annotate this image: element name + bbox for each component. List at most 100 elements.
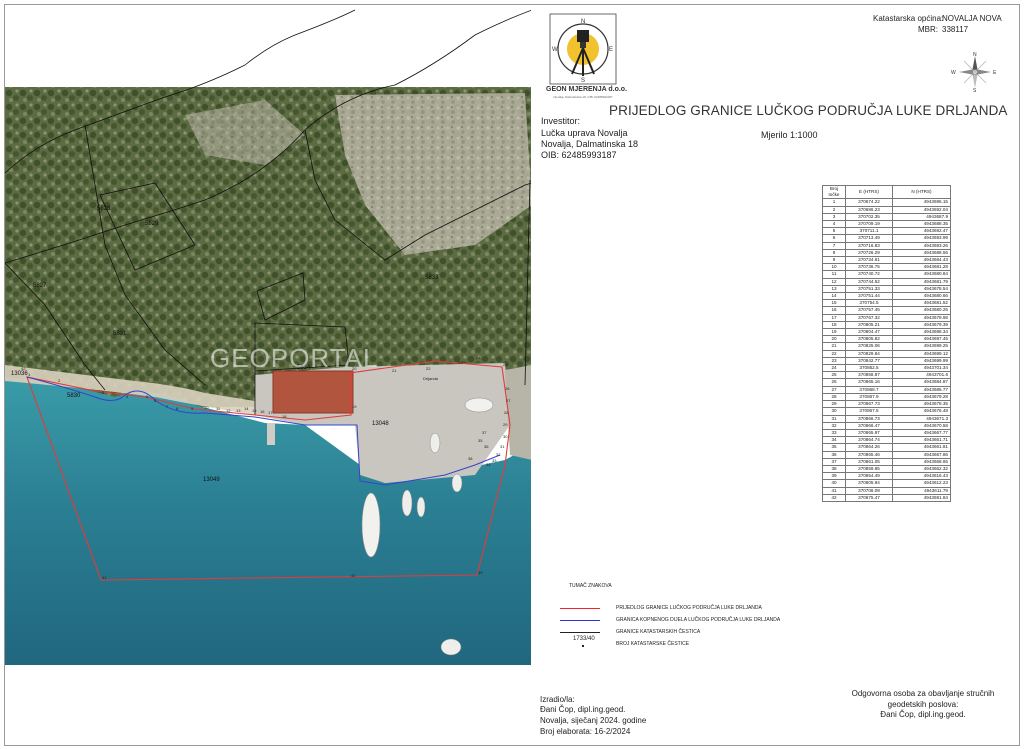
table-cell: 4943667.86 bbox=[892, 450, 951, 459]
boundary-point-label: 37 bbox=[482, 430, 487, 435]
table-cell: 370858.87 bbox=[845, 371, 893, 380]
legend-label: PRIJEDLOG GRANICE LUČKOG PODRUČJA LUKE D… bbox=[616, 605, 762, 611]
investor-address: Novalja, Dalmatinska 18 bbox=[541, 139, 639, 149]
table-cell: 370751.33 bbox=[845, 284, 893, 294]
table-cell: 370866.73 bbox=[845, 414, 893, 423]
boundary-point-label: 41 bbox=[102, 575, 107, 580]
parcel-label: 13048 bbox=[372, 421, 389, 427]
boundary-point-label: 13 bbox=[236, 408, 241, 413]
table-cell: 370686.23 bbox=[845, 205, 893, 214]
table-cell: 4943698.34 bbox=[892, 328, 951, 337]
table-cell: 370736.75 bbox=[845, 263, 893, 272]
table-cell: 4943699.12 bbox=[892, 349, 951, 358]
prepared-by-label: Izradio/la: bbox=[540, 695, 575, 704]
table-cell: 4943678.54 bbox=[892, 284, 951, 294]
table-cell: 13 bbox=[822, 284, 846, 294]
table-row: 27 370868.7 4943685.77 bbox=[822, 385, 951, 394]
table-cell: 4943616.43 bbox=[892, 472, 951, 481]
table-cell: 370864.26 bbox=[845, 443, 893, 452]
table-cell: 9 bbox=[822, 256, 846, 265]
table-cell: 29 bbox=[822, 400, 846, 409]
table-header-row: Broj točke E (HTRS) N (HTRS) bbox=[822, 184, 951, 200]
table-row: 23 370842.77 4943699.99 bbox=[822, 356, 951, 366]
boundary-point-label: 19 bbox=[352, 404, 357, 409]
table-cell: 15 bbox=[822, 299, 846, 308]
table-cell: 370854.49 bbox=[845, 472, 893, 481]
table-cell: 10 bbox=[822, 263, 846, 272]
table-cell: 370804.47 bbox=[845, 328, 893, 337]
table-cell: 4943680.66 bbox=[892, 292, 951, 301]
table-row: 13 370751.33 4943678.54 bbox=[822, 284, 951, 294]
table-cell: 4943695.15 bbox=[892, 198, 951, 207]
table-cell: 370865.97 bbox=[845, 428, 893, 438]
table-cell: 4943679.39 bbox=[892, 320, 951, 330]
table-cell: 6 bbox=[822, 234, 846, 243]
table-cell: 370713.49 bbox=[845, 234, 893, 243]
table-cell: 20 bbox=[822, 335, 846, 344]
table-row: 3 370702.35 4943687.9 bbox=[822, 212, 951, 222]
boundary-point-label: 34 bbox=[486, 462, 491, 467]
boundary-point-label: 17 bbox=[268, 410, 273, 415]
table-cell: 370805.94 bbox=[845, 479, 893, 488]
table-cell: 370805.21 bbox=[845, 320, 893, 330]
investor-name: Lučka uprava Novalja bbox=[541, 128, 628, 138]
table-cell: 17 bbox=[822, 313, 846, 322]
table-cell: 4 bbox=[822, 220, 846, 229]
table-cell: 4943681.28 bbox=[892, 263, 951, 272]
prepared-by-name: Đani Čop, dipl.ing.geod. bbox=[540, 705, 626, 714]
table-cell: 40 bbox=[822, 479, 846, 488]
company-name: GEON MJERENJA d.o.o. bbox=[546, 86, 628, 93]
boundary-point-label: 39 bbox=[478, 570, 483, 575]
boundary-point-label: 29 bbox=[503, 422, 508, 427]
table-row: 22 370829.84 4943699.12 bbox=[822, 349, 951, 358]
boundary-point-label: 22 bbox=[426, 366, 431, 371]
table-cell: 4943681.79 bbox=[892, 277, 951, 286]
table-cell: 4943680.25 bbox=[892, 306, 951, 315]
table-cell: 4943680.84 bbox=[892, 270, 951, 279]
table-cell: 4943684.43 bbox=[892, 256, 951, 265]
table-cell: 4943670.58 bbox=[892, 421, 951, 430]
legend-title: TUMAČ ZNAKOVA bbox=[569, 583, 612, 589]
table-cell: 370867.5 bbox=[845, 407, 893, 416]
table-row: 6 370713.49 4943693.99 bbox=[822, 234, 951, 243]
table-cell: 370852.5 bbox=[845, 364, 893, 373]
table-row: 25 370858.87 4943701.6 bbox=[822, 371, 951, 380]
table-cell: 4943668.65 bbox=[892, 457, 951, 466]
table-cell: 370867.9 bbox=[845, 392, 893, 402]
table-cell: 28 bbox=[822, 392, 846, 402]
table-cell: 370866.47 bbox=[845, 421, 893, 430]
table-cell: 4943662.32 bbox=[892, 464, 951, 474]
table-row: 2 370686.23 4943692.04 bbox=[822, 205, 951, 214]
table-row: 35 370864.26 4943661.81 bbox=[822, 443, 951, 452]
cadastral-sheet: 5828 5829 5827 5831 5833 5834 5830 13036… bbox=[0, 0, 1024, 749]
table-row: 28 370867.9 4943679.28 bbox=[822, 392, 951, 402]
investor-oib: OIB: 62485993187 bbox=[541, 150, 617, 160]
boundary-point-label: 32 bbox=[496, 452, 501, 457]
responsible-person-label: Odgovorna osoba za obavljanje stručnih bbox=[851, 689, 995, 698]
table-row: 17 370767.32 4943679.98 bbox=[822, 313, 951, 322]
table-cell: 4943678.35 bbox=[892, 400, 951, 409]
table-cell: 8 bbox=[822, 248, 846, 258]
north-letter: N bbox=[973, 52, 977, 58]
place-name: Drljanda bbox=[423, 376, 439, 381]
mbr-label: MBR: bbox=[918, 25, 938, 34]
table-cell: 4943699.99 bbox=[892, 356, 951, 366]
table-row: 4 370709.19 4943688.35 bbox=[822, 220, 951, 229]
parcel-label: 13036 bbox=[11, 371, 28, 377]
table-cell: 370716.83 bbox=[845, 241, 893, 250]
boundary-point-label: 16 bbox=[260, 409, 265, 414]
table-cell: 4943679.98 bbox=[892, 313, 951, 322]
boundary-point-label: 18 bbox=[282, 414, 287, 419]
boundary-point-label: 30 bbox=[503, 434, 508, 439]
table-row: 21 370825.06 4943699.25 bbox=[822, 342, 951, 351]
table-cell: 38 bbox=[822, 464, 846, 474]
table-row: 30 370867.5 4943676.48 bbox=[822, 407, 951, 416]
table-cell: 370865.16 bbox=[845, 378, 893, 387]
table-row: 33 370865.97 4943667.77 bbox=[822, 428, 951, 438]
legend-line-land-boundary bbox=[560, 620, 600, 621]
table-cell: 4943667.77 bbox=[892, 428, 951, 438]
boundary-point-label: 15 bbox=[252, 408, 257, 413]
table-cell: 27 bbox=[822, 385, 846, 394]
table-cell: 26 bbox=[822, 378, 846, 387]
parcel-label: 5830 bbox=[67, 393, 81, 399]
